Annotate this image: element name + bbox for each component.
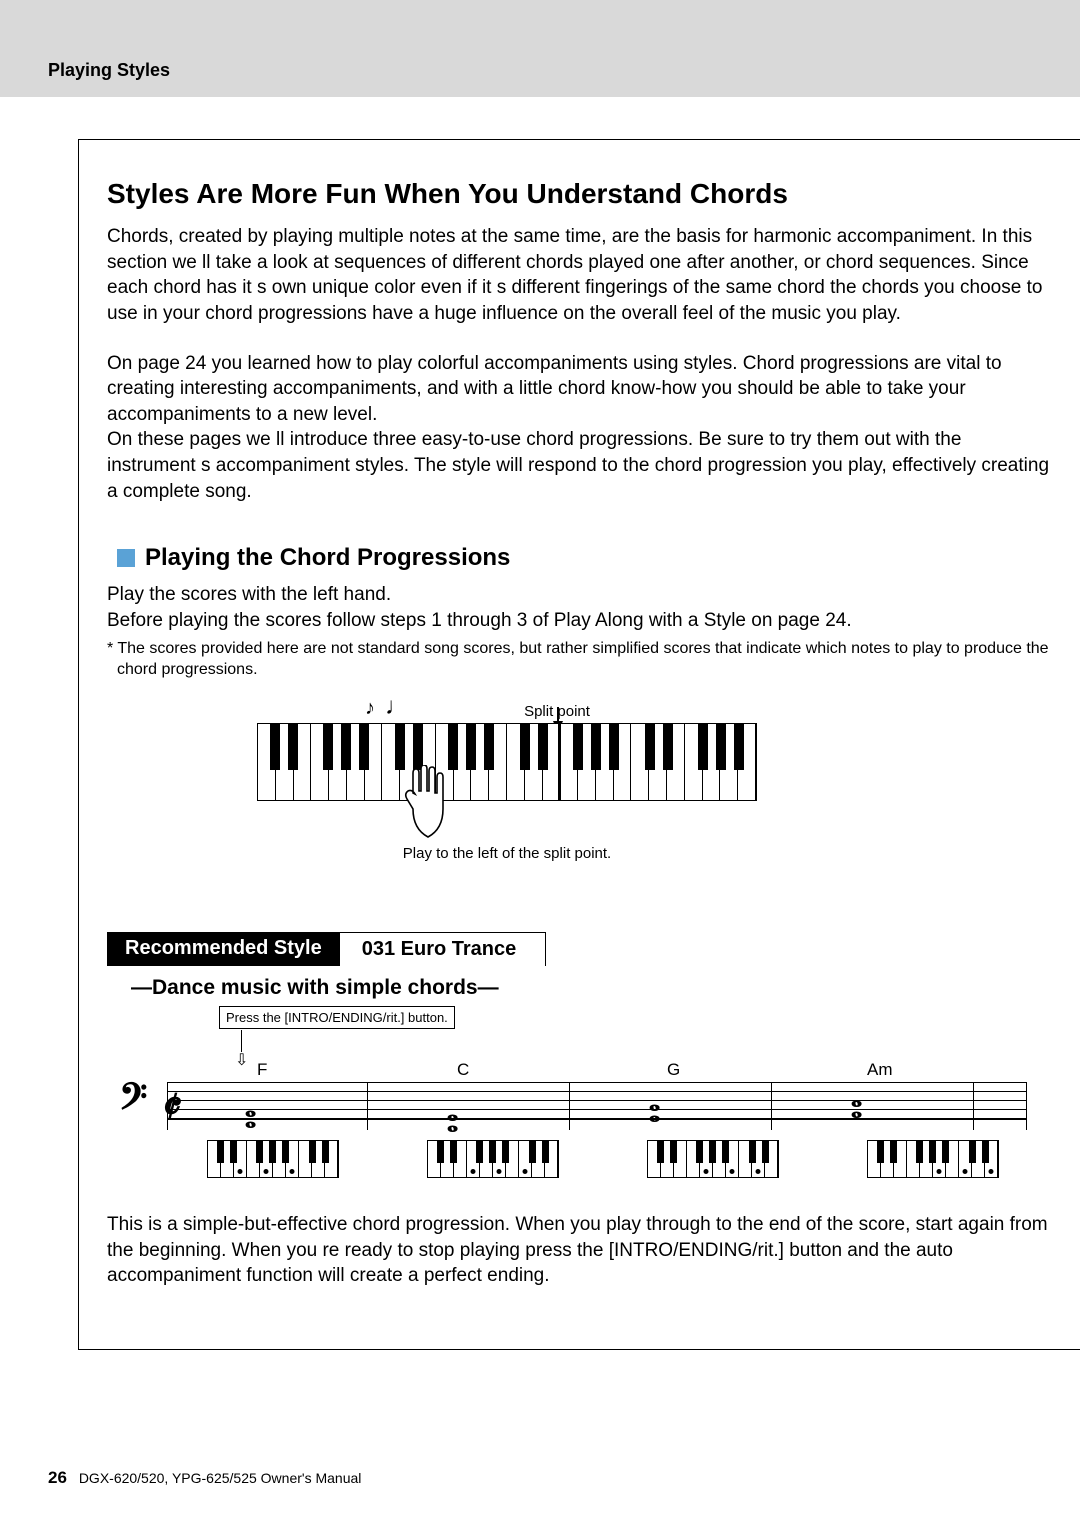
keyboard-diagram: Split point ♪ ♩ Play to bbox=[257, 723, 757, 862]
content-box: Styles Are More Fun When You Understand … bbox=[78, 139, 1080, 1350]
score-diagram: Press the [INTRO/ENDING/rit.] button. ⇩ … bbox=[107, 1060, 1052, 1178]
chord-label-c: C bbox=[457, 1060, 469, 1080]
fine-print: * The scores provided here are not stand… bbox=[107, 638, 1052, 681]
note-icon-quarter: ♩ bbox=[385, 693, 409, 721]
sub-para-2: Before playing the scores follow steps 1… bbox=[107, 608, 1052, 634]
section-label: Playing Styles bbox=[48, 60, 1080, 81]
footer-manual: DGX-620/520, YPG-625/525 Owner's Manual bbox=[79, 1470, 362, 1486]
intro-arrow-line bbox=[241, 1030, 242, 1052]
page-title: Styles Are More Fun When You Understand … bbox=[107, 178, 1052, 210]
mini-keyboard-f bbox=[207, 1140, 339, 1178]
bass-clef-icon: 𝄢 bbox=[119, 1076, 147, 1127]
recommended-value: 031 Euro Trance bbox=[340, 932, 539, 966]
footer: 26 DGX-620/520, YPG-625/525 Owner's Manu… bbox=[48, 1468, 361, 1488]
note-icon-eighth: ♪ bbox=[365, 697, 375, 720]
subtitle: Playing the Chord Progressions bbox=[117, 544, 1052, 572]
hand-icon bbox=[401, 765, 447, 850]
recommended-subtitle: —Dance music with simple chords— bbox=[131, 976, 1052, 1000]
split-line bbox=[558, 724, 561, 800]
subtitle-text: Playing the Chord Progressions bbox=[145, 544, 510, 571]
intro-ending-callout: Press the [INTRO/ENDING/rit.] button. bbox=[219, 1006, 455, 1029]
staff: 𝄢 𝄵 𝅝𝅝 𝅝𝅝 𝅝𝅝 𝅝𝅝 bbox=[167, 1082, 1027, 1130]
page-number: 26 bbox=[48, 1468, 67, 1487]
chord-label-am: Am bbox=[867, 1060, 893, 1080]
keyboard-caption: Play to the left of the split point. bbox=[257, 845, 757, 862]
recommended-end-rule bbox=[538, 932, 546, 966]
mini-keyboard-g bbox=[647, 1140, 779, 1178]
chord-label-f: F bbox=[257, 1060, 267, 1080]
intro-para-2: On page 24 you learned how to play color… bbox=[107, 351, 1052, 428]
bullet-icon bbox=[117, 549, 135, 567]
chord-names: F C G Am bbox=[247, 1060, 1052, 1082]
closing-paragraph: This is a simple-but-effective chord pro… bbox=[107, 1212, 1052, 1289]
recommended-label: Recommended Style bbox=[107, 932, 340, 966]
keyboard-graphic bbox=[257, 723, 757, 801]
header-band: Playing Styles bbox=[0, 0, 1080, 97]
sub-para-1: Play the scores with the left hand. bbox=[107, 582, 1052, 608]
mini-keyboards-row bbox=[207, 1140, 1052, 1178]
recommended-style-row: Recommended Style 031 Euro Trance bbox=[107, 932, 657, 966]
chord-label-g: G bbox=[667, 1060, 680, 1080]
intro-para-1: Chords, created by playing multiple note… bbox=[107, 224, 1052, 327]
mini-keyboard-c bbox=[427, 1140, 559, 1178]
mini-keyboard-am bbox=[867, 1140, 999, 1178]
intro-para-3: On these pages we ll introduce three eas… bbox=[107, 427, 1052, 504]
